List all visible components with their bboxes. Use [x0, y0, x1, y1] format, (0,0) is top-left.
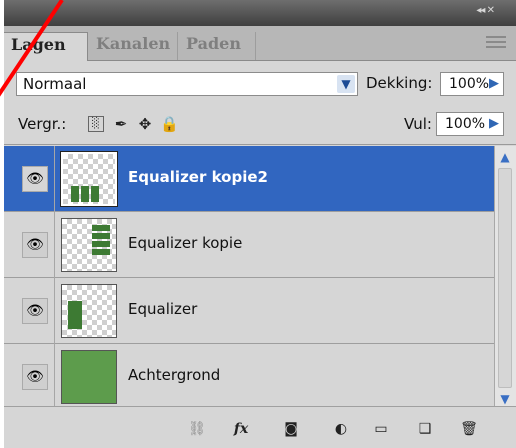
opacity-label: Dekking: [366, 74, 433, 92]
lock-label: Vergr.: [18, 115, 67, 133]
layers-bottom-toolbar: ⛓ fx ◙ ◐ ▭ ❑ 🗑 [4, 406, 516, 448]
layer-row[interactable]: 👁 Achtergrond [4, 344, 494, 410]
lock-all-icon[interactable]: 🔒 [160, 115, 179, 133]
link-layers-icon[interactable]: ⛓ [186, 419, 208, 439]
tab-paths-label: Paden [186, 34, 241, 53]
panel-title-bar: ◂◂ ✕ [4, 0, 516, 26]
add-mask-icon[interactable]: ◙ [280, 419, 302, 439]
fill-label: Vul: [404, 115, 432, 133]
tab-channels[interactable]: Kanalen [88, 32, 178, 60]
panel-menu-icon[interactable] [486, 36, 506, 52]
fill-value: 100% [445, 116, 486, 132]
layer-name[interactable]: Equalizer [128, 300, 197, 318]
layer-thumbnail [61, 284, 117, 338]
blend-mode-value: Normaal [23, 75, 87, 93]
layer-row[interactable]: 👁 Equalizer kopie2 [4, 146, 494, 212]
layer-name[interactable]: Achtergrond [128, 366, 220, 384]
layer-row[interactable]: 👁 Equalizer [4, 278, 494, 344]
visibility-eye-icon[interactable]: 👁 [22, 232, 48, 258]
fill-field[interactable]: 100% ▶ [436, 112, 504, 136]
layer-name[interactable]: Equalizer kopie [128, 234, 242, 252]
lock-bar: Vergr.: ░ ✒ ✥ 🔒 Vul: 100% ▶ [4, 104, 516, 145]
layers-scrollbar[interactable]: ▲ ▼ [494, 146, 516, 412]
layers-panel: ◂◂ ✕ Lagen Kanalen Paden Normaal ▼ Dekki… [4, 0, 516, 448]
opacity-value: 100% [449, 76, 490, 92]
visibility-eye-icon[interactable]: 👁 [22, 298, 48, 324]
lock-transparent-pixels-icon[interactable]: ░ [88, 116, 104, 132]
scrollbar-thumb[interactable] [498, 168, 512, 388]
panel-tabs: Lagen Kanalen Paden [4, 26, 516, 61]
visibility-eye-icon[interactable]: 👁 [22, 364, 48, 390]
tab-channels-label: Kanalen [96, 34, 171, 53]
layer-thumbnail [61, 350, 117, 404]
layer-name[interactable]: Equalizer kopie2 [128, 168, 268, 186]
blend-mode-bar: Normaal ▼ Dekking: 100% ▶ [4, 66, 516, 100]
opacity-arrow-icon[interactable]: ▶ [489, 73, 499, 95]
layer-row[interactable]: 👁 Equalizer kopie [4, 212, 494, 278]
blend-mode-select[interactable]: Normaal ▼ [16, 72, 358, 96]
layer-thumbnail [61, 218, 117, 272]
fx-icon[interactable]: fx [230, 419, 252, 439]
new-layer-icon[interactable]: ❑ [414, 419, 436, 439]
lock-position-icon[interactable]: ✥ [136, 115, 154, 133]
tab-layers-label: Lagen [11, 35, 66, 54]
opacity-field[interactable]: 100% ▶ [440, 72, 504, 96]
collapse-icon[interactable]: ◂◂ ✕ [476, 5, 495, 16]
lock-image-pixels-icon[interactable]: ✒ [112, 115, 130, 133]
tab-layers[interactable]: Lagen [4, 32, 88, 61]
tab-paths[interactable]: Paden [178, 32, 256, 60]
visibility-eye-icon[interactable]: 👁 [22, 166, 48, 192]
fill-arrow-icon[interactable]: ▶ [489, 113, 499, 135]
new-group-icon[interactable]: ▭ [370, 419, 392, 439]
scroll-up-icon[interactable]: ▲ [497, 148, 513, 166]
trash-icon[interactable]: 🗑 [458, 419, 480, 439]
adjustment-layer-icon[interactable]: ◐ [330, 419, 352, 439]
chevron-down-icon[interactable]: ▼ [337, 75, 355, 93]
layers-list: 👁 Equalizer kopie2 👁 Equalizer kopie 👁 E… [4, 146, 494, 410]
layer-thumbnail [60, 151, 118, 207]
